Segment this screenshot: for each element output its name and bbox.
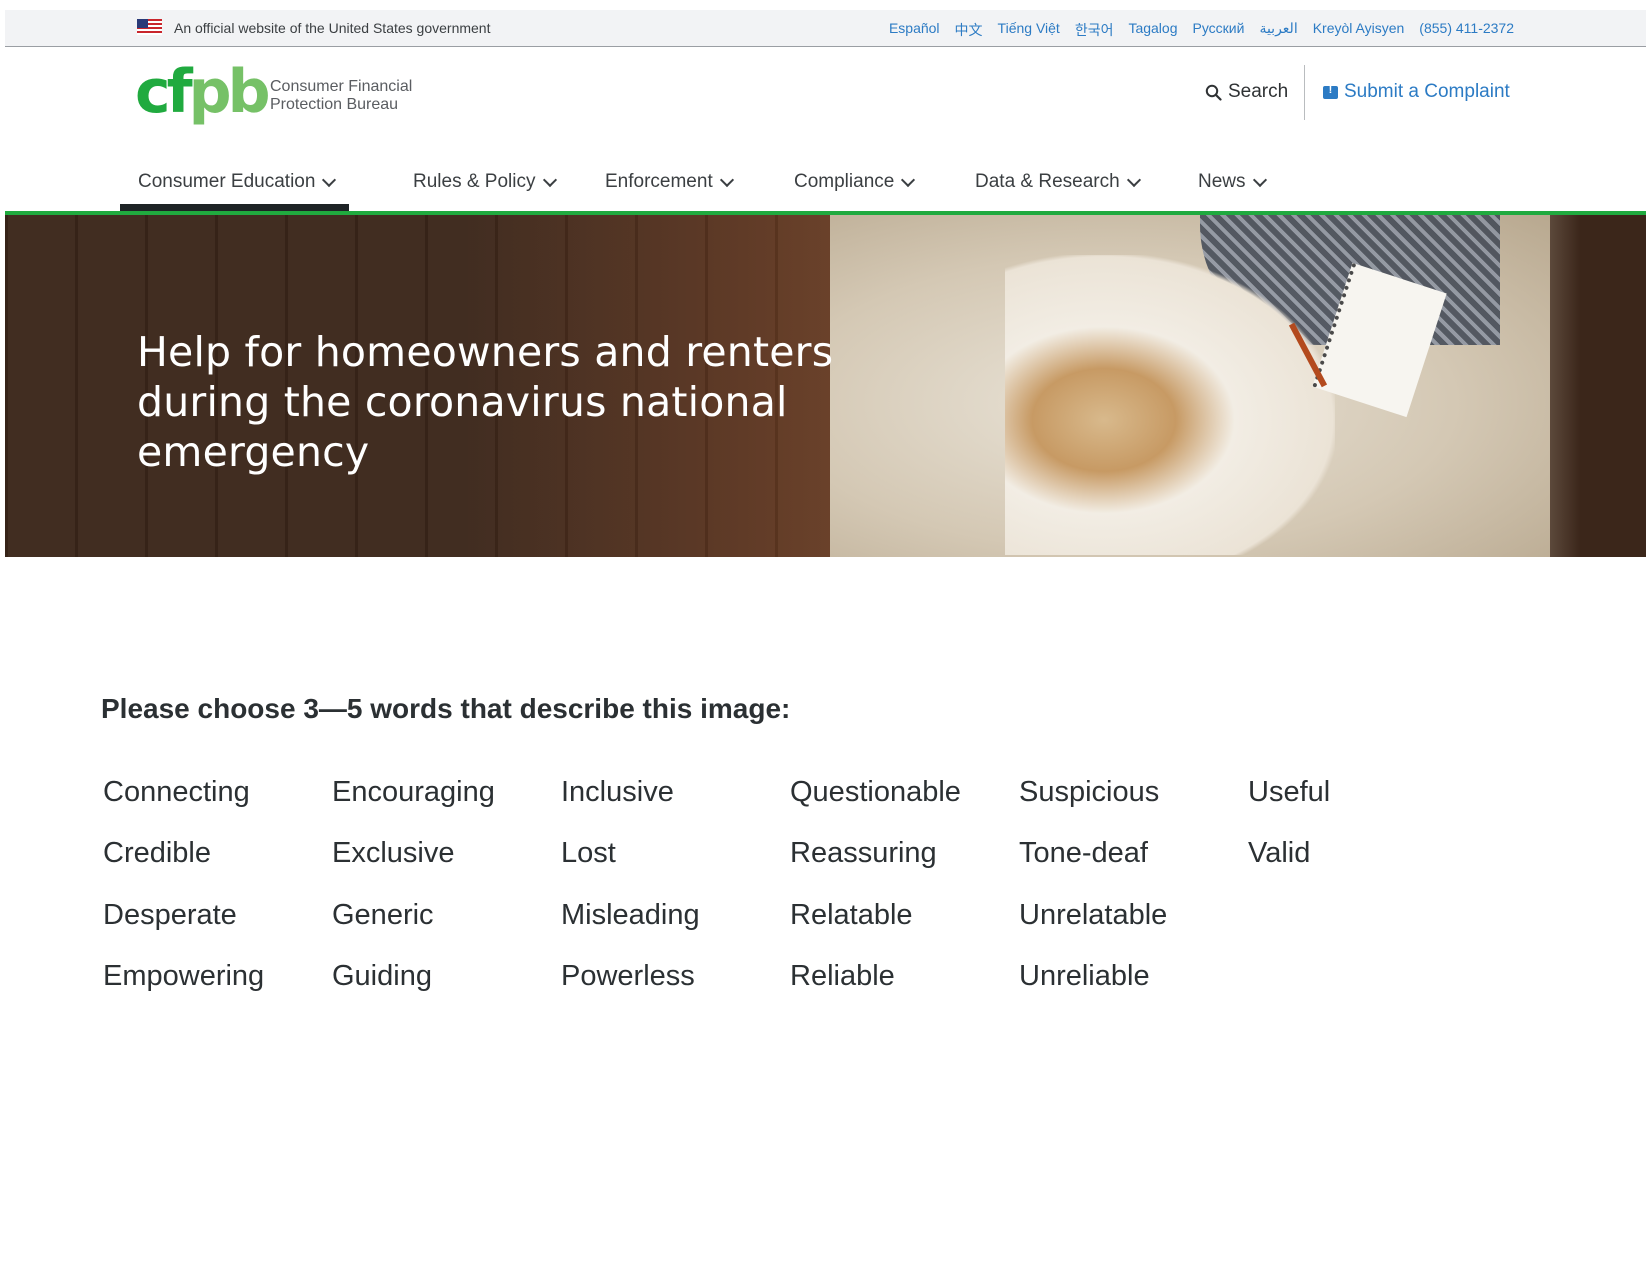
word-option[interactable]: Connecting [103, 776, 250, 809]
language-link-arabic[interactable]: العربية [1259, 20, 1297, 40]
word-option[interactable]: Exclusive [332, 837, 455, 870]
language-link-russian[interactable]: Русский [1193, 20, 1245, 40]
language-link-korean[interactable]: 한국어 [1075, 20, 1114, 40]
nav-consumer-education[interactable]: Consumer Education [138, 160, 337, 204]
hero-photo-person [1005, 255, 1335, 555]
chevron-down-icon [1126, 172, 1141, 187]
nav-active-indicator [120, 204, 349, 211]
word-option[interactable]: Suspicious [1019, 776, 1159, 809]
word-option[interactable]: Unrelatable [1019, 899, 1167, 932]
cfpb-logo-mark: cfpb [135, 57, 271, 127]
language-links: Español 中文 Tiếng Việt 한국어 Tagalog Русски… [889, 20, 1514, 40]
word-option[interactable]: Reliable [790, 960, 895, 993]
word-option[interactable]: Tone-deaf [1019, 837, 1148, 870]
chevron-down-icon [322, 172, 337, 187]
nav-label: Data & Research [975, 171, 1120, 192]
nav-data-research[interactable]: Data & Research [975, 160, 1141, 204]
chevron-down-icon [542, 172, 557, 187]
submit-complaint-button[interactable]: Submit a Complaint [1323, 81, 1510, 103]
nav-label: Consumer Education [138, 171, 316, 192]
word-option[interactable]: Desperate [103, 899, 237, 932]
nav-rules-policy[interactable]: Rules & Policy [413, 160, 557, 204]
word-option[interactable]: Inclusive [561, 776, 674, 809]
word-option[interactable]: Reassuring [790, 837, 937, 870]
search-label: Search [1228, 81, 1289, 102]
word-option[interactable]: Useful [1248, 776, 1330, 809]
cfpb-logo-text: Consumer Financial Protection Bureau [270, 78, 412, 114]
gov-banner-text: An official website of the United States… [174, 20, 491, 36]
language-link-tagalog[interactable]: Tagalog [1128, 20, 1177, 40]
word-option[interactable]: Unreliable [1019, 960, 1150, 993]
chevron-down-icon [901, 172, 916, 187]
word-option[interactable]: Credible [103, 837, 211, 870]
gov-banner: An official website of the United States… [5, 10, 1646, 47]
word-option[interactable]: Powerless [561, 960, 695, 993]
chevron-down-icon [1252, 172, 1267, 187]
nav-label: News [1198, 171, 1246, 192]
hero-title: Help for homeowners and renters during t… [137, 328, 834, 476]
search-icon [1205, 84, 1222, 101]
header-divider [1304, 65, 1305, 120]
hero-banner: Help for homeowners and renters during t… [5, 215, 1646, 557]
language-link-chinese[interactable]: 中文 [955, 20, 983, 40]
phone-number-link[interactable]: (855) 411-2372 [1419, 20, 1514, 40]
logo-line-1: Consumer Financial [270, 78, 413, 95]
language-link-espanol[interactable]: Español [889, 20, 940, 40]
word-option[interactable]: Generic [332, 899, 434, 932]
word-option[interactable]: Encouraging [332, 776, 495, 809]
word-option[interactable]: Valid [1248, 837, 1310, 870]
nav-label: Rules & Policy [413, 171, 536, 192]
us-flag-icon [137, 19, 162, 35]
language-link-haitian-creole[interactable]: Kreyòl Ayisyen [1313, 20, 1405, 40]
cfpb-logo[interactable]: cfpb [135, 62, 271, 122]
survey-question: Please choose 3—5 words that describe th… [101, 693, 791, 724]
logo-line-2: Protection Bureau [270, 96, 399, 113]
nav-label: Compliance [794, 171, 895, 192]
nav-news[interactable]: News [1198, 160, 1267, 204]
nav-label: Enforcement [605, 171, 713, 192]
word-option[interactable]: Lost [561, 837, 616, 870]
language-link-vietnamese[interactable]: Tiếng Việt [998, 20, 1060, 40]
complaint-icon [1323, 84, 1338, 99]
word-option[interactable]: Misleading [561, 899, 700, 932]
search-button[interactable]: Search [1205, 81, 1288, 103]
chevron-down-icon [719, 172, 734, 187]
word-option[interactable]: Guiding [332, 960, 432, 993]
submit-complaint-label: Submit a Complaint [1344, 81, 1510, 102]
word-option[interactable]: Questionable [790, 776, 961, 809]
cfpb-page-screenshot: An official website of the United States… [5, 10, 1646, 557]
main-navigation: Consumer Education Rules & Policy Enforc… [5, 160, 1646, 208]
nav-enforcement[interactable]: Enforcement [605, 160, 734, 204]
word-option[interactable]: Empowering [103, 960, 264, 993]
nav-compliance[interactable]: Compliance [794, 160, 916, 204]
word-option[interactable]: Relatable [790, 899, 913, 932]
